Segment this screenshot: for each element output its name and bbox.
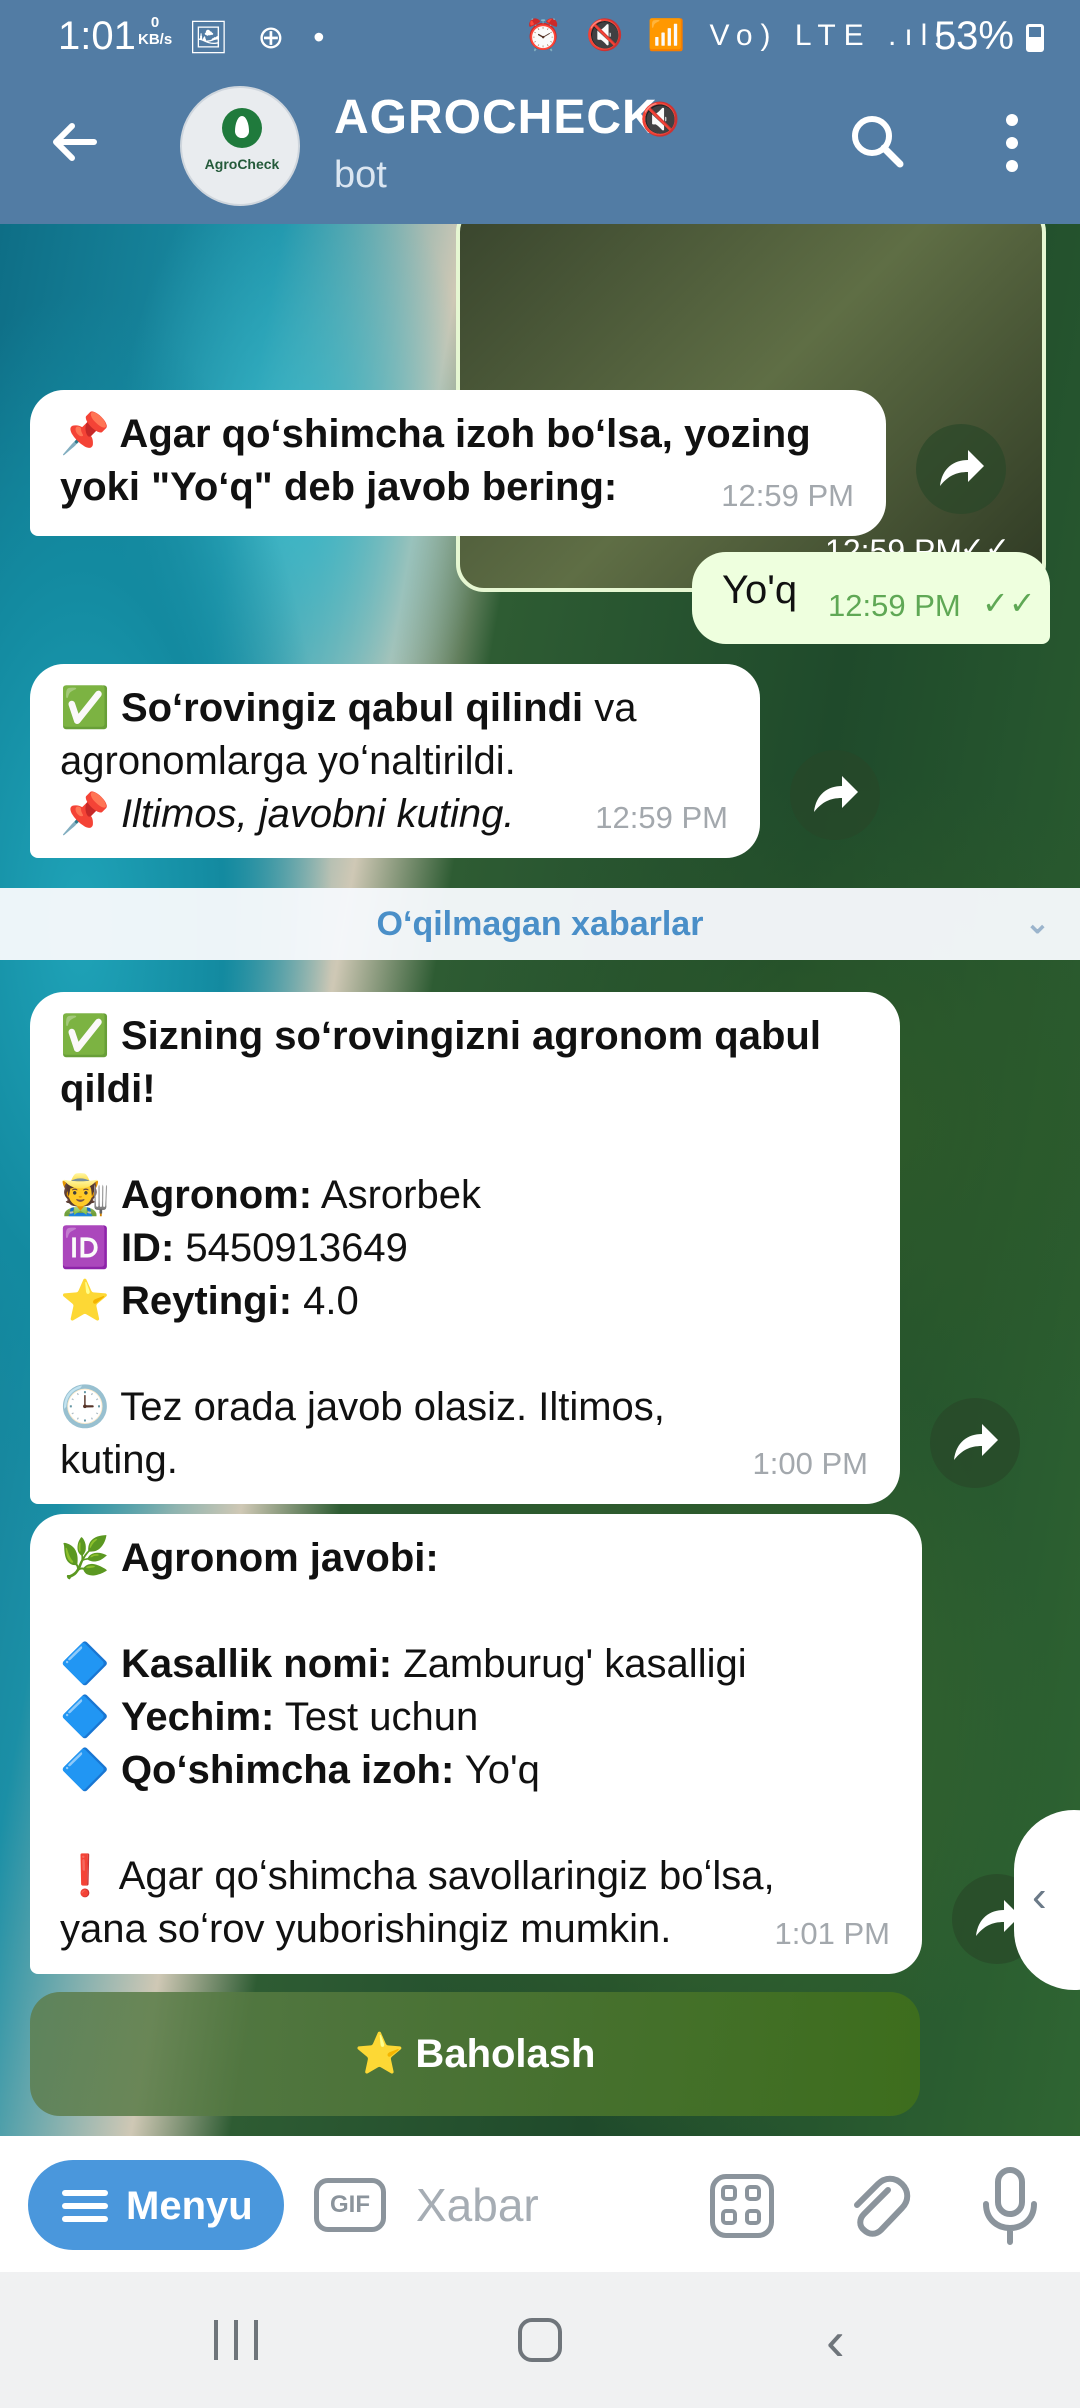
message-bold-text: Sizning soʻrovingizni agronom qabul qild… [60,1014,821,1111]
message-text: Agar qoʻshimcha savollaringiz boʻlsa, ya… [60,1854,775,1951]
status-bar: 1:01 0 KB/s 🖼 ⊕ • ⏰ 🔇 📶 Vo) LTE .ıll 53% [0,0,1080,74]
unread-divider-label: Oʻqilmagan xabarlar [376,905,704,943]
gif-button[interactable]: GIF [314,2178,386,2232]
agronom-line: 🧑‍🌾 Agronom: Asrorbek [60,1169,870,1222]
disease-value: Zamburug' kasalligi [392,1642,747,1686]
check-emoji-icon: ✅ [60,1014,110,1058]
menu-button[interactable]: Menyu [28,2160,284,2250]
clock-emoji-icon: 🕒 [60,1385,110,1429]
agronom-value: Asrorbek [312,1173,481,1217]
extra-note-line: 🔷 Qoʻshimcha izoh: Yo'q [60,1744,892,1797]
extra-note-value: Yo'q [454,1748,540,1792]
back-icon[interactable]: ‹ [826,2308,845,2373]
home-icon[interactable] [518,2318,562,2362]
more-options-icon[interactable] [980,108,1044,178]
herb-emoji-icon: 🌿 [60,1536,110,1580]
net-speed-value: 0 [150,14,160,31]
farmer-emoji-icon: 🧑‍🌾 [60,1173,110,1217]
microphone-icon[interactable] [978,2166,1042,2246]
message-input[interactable] [416,2170,686,2240]
bot-apps-icon[interactable] [710,2174,774,2238]
footer-line: ❗ Agar qoʻshimcha savollaringiz boʻlsa, … [60,1850,820,1956]
forward-icon [940,450,984,486]
message-time: 12:59 PM [595,800,728,835]
agronom-label: Agronom: [120,1173,313,1217]
message-text: Tez orada javob olasiz. Iltimos, kuting. [60,1385,665,1482]
incoming-message[interactable]: ✅ Sizning soʻrovingizni agronom qabul qi… [30,992,900,1504]
outgoing-message[interactable]: Yo'q 12:59 PM ✓✓ [692,552,1050,644]
read-ticks-icon: ✓✓ [982,585,1036,621]
muted-icon: 🔇 [640,101,680,137]
message-bold-text: Agronom javobi: [120,1536,439,1580]
disease-label: Kasallik nomi: [120,1642,393,1686]
message-text: Yo'q [722,568,798,612]
diamond-emoji-icon: 🔷 [60,1695,110,1739]
message-line: ✅ Soʻrovingiz qabul qilindi va agronomla… [60,682,740,788]
id-line: 🆔 ID: 5450913649 [60,1222,870,1275]
battery-level: 53% [933,14,1014,58]
rating-label: Reytingi: [120,1279,293,1323]
check-emoji-icon: ✅ [60,686,110,730]
recent-apps-icon[interactable] [214,2320,258,2360]
disease-line: 🔷 Kasallik nomi: Zamburug' kasalligi [60,1638,892,1691]
system-status-icons: ⏰ 🔇 📶 Vo) LTE .ıll [524,19,950,52]
solution-value: Test uchun [274,1695,479,1739]
forward-button[interactable] [790,750,880,840]
diamond-emoji-icon: 🔷 [60,1748,110,1792]
extra-note-label: Qoʻshimcha izoh: [120,1748,455,1792]
message-italic-text: Iltimos, javobni kuting. [120,792,515,836]
forward-button[interactable] [930,1398,1020,1488]
forward-icon [954,1424,998,1460]
message-heading: ✅ Sizning soʻrovingizni agronom qabul qi… [60,1010,880,1116]
message-bold-text: Soʻrovingiz qabul qilindi [120,686,584,730]
leaf-logo-icon [222,108,262,148]
net-speed: 0 KB/s [138,14,172,48]
diamond-emoji-icon: 🔷 [60,1642,110,1686]
chat-header: 1:01 0 KB/s 🖼 ⊕ • ⏰ 🔇 📶 Vo) LTE .ıll 53%… [0,0,1080,224]
side-panel-handle[interactable]: ‹ [1014,1810,1080,1990]
menu-button-label: Menyu [126,2184,253,2228]
net-speed-unit: KB/s [138,31,173,48]
forward-button[interactable] [916,424,1006,514]
message-time: 1:01 PM [774,1916,890,1951]
rating-value: 4.0 [292,1279,359,1323]
rate-button[interactable]: ⭐ Baholash [30,1992,920,2116]
chat-subtitle: bot [334,154,387,196]
menu-icon [62,2190,108,2222]
unread-messages-divider: Oʻqilmagan xabarlar ⌄ [0,888,1080,960]
notification-icons: 🖼 ⊕ • [188,19,335,55]
chevron-left-icon: ‹ [1032,1872,1047,1921]
incoming-message[interactable]: ✅ Soʻrovingiz qabul qilindi va agronomla… [30,664,760,858]
forward-icon [814,776,858,812]
system-navigation-bar: ‹ [0,2272,1080,2408]
back-arrow-icon[interactable] [44,110,108,174]
rating-line: ⭐ Reytingi: 4.0 [60,1275,870,1328]
pin-emoji-icon: 📌 [60,792,110,836]
status-time: 1:01 [58,14,136,58]
id-value: 5450913649 [174,1226,408,1270]
search-icon[interactable] [846,110,910,174]
chat-title[interactable]: AGROCHECK [334,90,658,145]
solution-line: 🔷 Yechim: Test uchun [60,1691,892,1744]
solution-label: Yechim: [120,1695,275,1739]
incoming-message[interactable]: 🌿 Agronom javobi: 🔷 Kasallik nomi: Zambu… [30,1514,922,1974]
avatar-brand-text: AgroCheck [204,156,280,172]
chevron-down-icon[interactable]: ⌄ [1025,888,1050,960]
incoming-message[interactable]: 📌 Agar qoʻshimcha izoh boʻlsa, yozing yo… [30,390,886,536]
id-emoji-icon: 🆔 [60,1226,110,1270]
wait-line: 🕒 Tez orada javob olasiz. Iltimos, kutin… [60,1381,780,1487]
message-time: 1:00 PM [752,1446,868,1481]
chat-area[interactable]: 12:59 PM ✓✓ 📌 Agar qoʻshimcha izoh boʻls… [0,224,1080,2136]
star-emoji-icon: ⭐ [60,1279,110,1323]
id-label: ID: [120,1226,175,1270]
exclamation-emoji-icon: ❗ [60,1854,110,1898]
message-time: 12:59 PM [828,588,961,623]
bot-avatar[interactable]: AgroCheck [180,86,300,206]
message-input-bar: Menyu GIF [0,2136,1080,2272]
battery-icon [1026,24,1044,52]
message-heading: 🌿 Agronom javobi: [60,1532,892,1585]
message-time: 12:59 PM [721,478,854,513]
attach-icon[interactable] [842,2170,914,2242]
